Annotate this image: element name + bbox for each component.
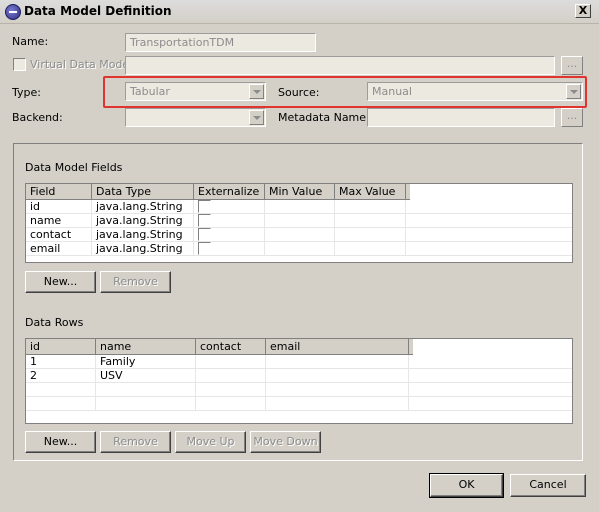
move-down-button[interactable]: Move Down <box>250 431 321 453</box>
externalize-checkbox[interactable] <box>198 200 211 213</box>
data-type-cell: java.lang.String <box>92 200 194 214</box>
table-row[interactable]: 1 Family <box>26 355 572 369</box>
data-type-cell: java.lang.String <box>92 242 194 256</box>
virtual-data-model-checkbox[interactable] <box>13 58 26 71</box>
table-row[interactable]: name java.lang.String <box>26 214 572 228</box>
backend-label: Backend: <box>12 111 63 124</box>
email-cell <box>266 369 409 383</box>
externalize-checkbox[interactable] <box>198 214 211 227</box>
field-cell: email <box>26 242 92 256</box>
fields-table[interactable]: Field Data Type Externalize Min Value Ma… <box>25 183 573 263</box>
id-cell: 2 <box>26 369 96 383</box>
min-value-cell <box>265 242 335 256</box>
column-header-filler <box>406 184 410 200</box>
ok-button[interactable]: OK <box>429 473 504 498</box>
column-header-filler <box>409 339 413 355</box>
fields-new-button[interactable]: New... <box>25 271 96 293</box>
table-row[interactable]: contact java.lang.String <box>26 228 572 242</box>
table-row <box>26 397 572 411</box>
externalize-cell <box>194 242 265 256</box>
table-row <box>26 383 572 397</box>
externalize-cell <box>194 214 265 228</box>
title-bar: Data Model Definition X <box>0 0 599 24</box>
min-value-cell <box>265 228 335 242</box>
max-value-cell <box>335 228 406 242</box>
column-header-field[interactable]: Field <box>26 184 92 200</box>
contact-cell <box>196 369 266 383</box>
move-up-button[interactable]: Move Up <box>175 431 246 453</box>
column-header-name[interactable]: name <box>96 339 196 355</box>
column-header-min-value[interactable]: Min Value <box>265 184 335 200</box>
data-rows-table[interactable]: id name contact email 1 Family 2 USV <box>25 338 573 424</box>
column-header-contact[interactable]: contact <box>196 339 266 355</box>
column-header-data-type[interactable]: Data Type <box>92 184 194 200</box>
fields-remove-button[interactable]: Remove <box>100 271 171 293</box>
externalize-checkbox[interactable] <box>198 228 211 241</box>
min-value-cell <box>265 200 335 214</box>
rows-remove-button[interactable]: Remove <box>100 431 171 453</box>
data-rows-label: Data Rows <box>25 316 84 329</box>
externalize-checkbox[interactable] <box>198 242 211 255</box>
field-cell: id <box>26 200 92 214</box>
data-type-cell: java.lang.String <box>92 214 194 228</box>
field-cell: contact <box>26 228 92 242</box>
max-value-cell <box>335 214 406 228</box>
cancel-button[interactable]: Cancel <box>510 474 586 497</box>
data-type-cell: java.lang.String <box>92 228 194 242</box>
table-row[interactable]: id java.lang.String <box>26 200 572 214</box>
name-label: Name: <box>12 35 49 48</box>
max-value-cell <box>335 242 406 256</box>
column-header-externalize[interactable]: Externalize <box>194 184 265 200</box>
contact-cell <box>196 355 266 369</box>
virtual-browse-button[interactable]: ... <box>561 56 583 75</box>
metadata-name-label: Metadata Name: <box>278 111 370 124</box>
column-header-max-value[interactable]: Max Value <box>335 184 406 200</box>
name-field[interactable]: TransportationTDM <box>125 33 316 52</box>
metadata-browse-button[interactable]: ... <box>561 108 583 127</box>
name-cell: USV <box>96 369 196 383</box>
externalize-cell <box>194 228 265 242</box>
virtual-data-model-field[interactable] <box>125 56 555 75</box>
table-row[interactable]: 2 USV <box>26 369 572 383</box>
close-button[interactable]: X <box>575 4 591 18</box>
data-rows-table-header: id name contact email <box>26 339 413 355</box>
chevron-down-icon[interactable] <box>249 110 264 125</box>
metadata-name-field[interactable] <box>367 108 555 127</box>
column-header-email[interactable]: email <box>266 339 409 355</box>
name-cell: Family <box>96 355 196 369</box>
email-cell <box>266 355 409 369</box>
field-cell: name <box>26 214 92 228</box>
id-cell: 1 <box>26 355 96 369</box>
type-label: Type: <box>12 86 41 99</box>
fields-table-header: Field Data Type Externalize Min Value Ma… <box>26 184 410 200</box>
column-header-id[interactable]: id <box>26 339 96 355</box>
rows-new-button[interactable]: New... <box>25 431 96 453</box>
externalize-cell <box>194 200 265 214</box>
backend-select[interactable] <box>125 108 266 127</box>
max-value-cell <box>335 200 406 214</box>
app-icon <box>5 4 21 20</box>
table-row[interactable]: email java.lang.String <box>26 242 572 256</box>
min-value-cell <box>265 214 335 228</box>
virtual-data-model-label: Virtual Data Model <box>30 58 133 71</box>
highlight-annotation <box>103 76 587 108</box>
data-model-fields-label: Data Model Fields <box>25 161 123 174</box>
window-title: Data Model Definition <box>24 4 172 18</box>
